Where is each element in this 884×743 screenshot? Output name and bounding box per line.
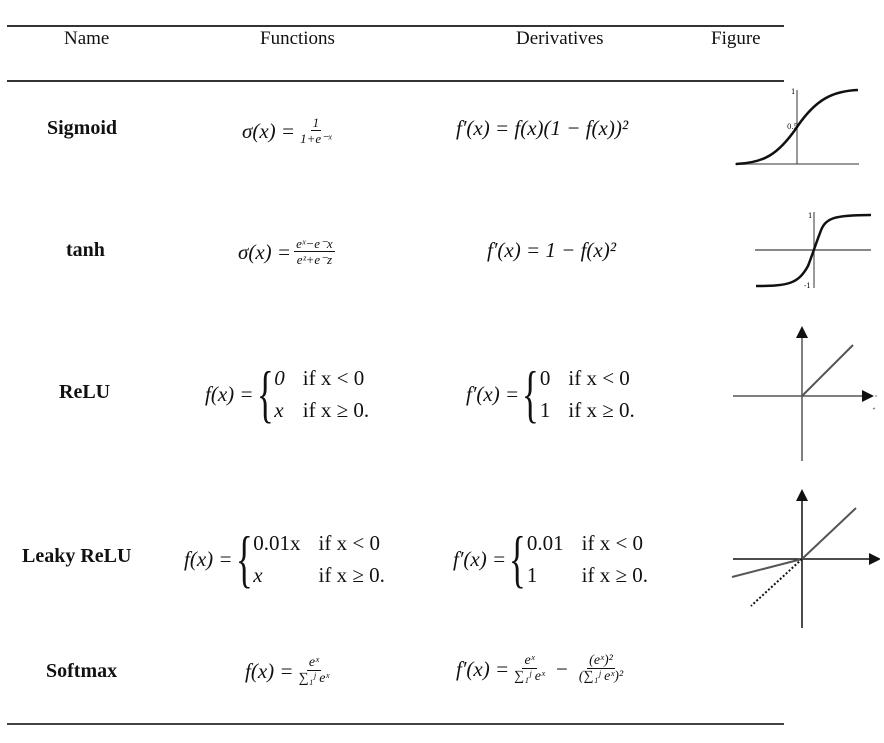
case-condition: if x ≥ 0. [302, 398, 370, 422]
fraction: eˣ−e⁻x eᶻ+e⁻z [294, 237, 335, 267]
derivative-lhs: f′(x) = [466, 381, 520, 406]
tick-label-neg1: -1 [804, 282, 811, 290]
leaky-relu-function: f(x) = { 0.01x if x < 0 x if x ≥ 0. [184, 527, 385, 591]
row-name-tanh: tanh [66, 239, 105, 261]
cases: { 0.01x if x < 0 x if x ≥ 0. [233, 523, 385, 594]
cases: { 0.01 if x < 0 1 if x ≥ 0. [506, 527, 648, 591]
case-condition: if x < 0 [581, 531, 644, 555]
numerator: eˣ−e⁻x [294, 236, 335, 252]
brace: { [235, 523, 253, 594]
derivative-lhs: f′(x) = [456, 656, 510, 681]
leaky-relu-derivative: f′(x) = { 0.01 if x < 0 1 if x ≥ 0. [453, 527, 648, 591]
function-lhs: f(x) = [245, 658, 294, 683]
function-lhs: σ(x) = [242, 118, 296, 143]
case-condition: if x ≥ 0. [568, 398, 635, 422]
numerator: eˣ [306, 655, 322, 671]
case-value: x [274, 398, 284, 422]
denominator: (∑₁ʲ eˣ)² [578, 669, 624, 684]
fraction: 1 1+e⁻ˣ [298, 115, 334, 147]
relu-function: f(x) = { 0 if x < 0 x if x ≥ 0. [205, 362, 369, 426]
table-header-rule [7, 80, 784, 82]
table-bottom-rule [7, 723, 784, 725]
softmax-function: f(x) = eˣ ∑₁ʲ eˣ [245, 655, 334, 687]
relu-positive-line [801, 344, 854, 397]
row-name-leaky-relu: Leaky ReLU [22, 545, 132, 567]
denominator: ∑₁ʲ eˣ [298, 671, 330, 686]
brace: { [509, 523, 526, 594]
case-value: 0 [274, 366, 285, 390]
row-name-relu: ReLU [59, 381, 111, 403]
tick-label-1: 1 [808, 212, 812, 220]
cases: { 0 if x < 0 1 if x ≥ 0. [519, 362, 635, 426]
header-derivatives: Derivatives [516, 28, 604, 49]
case-value: 0.01 [526, 531, 564, 555]
cases: { 0 if x < 0 x if x ≥ 0. [254, 358, 370, 429]
tanh-function: σ(x) = eˣ−e⁻x eᶻ+e⁻z [238, 237, 338, 267]
header-figure: Figure [711, 28, 761, 49]
tick-label-1: 1 [791, 88, 795, 96]
denominator: eᶻ+e⁻z [296, 252, 333, 267]
case-value: 1 [539, 398, 551, 422]
sigmoid-figure: 1 0.5 [735, 88, 859, 166]
header-name: Name [64, 28, 110, 49]
brace: { [522, 358, 539, 429]
numerator: 1 [310, 115, 322, 131]
case-condition: if x < 0 [318, 531, 380, 555]
denominator: 1+e⁻ˣ [300, 131, 332, 146]
case-condition: if x ≥ 0. [581, 563, 648, 587]
minus-operator: − [555, 656, 568, 681]
case-value: x [253, 563, 263, 587]
fraction-term-1: eˣ ∑₁ʲ eˣ [512, 653, 547, 685]
case-value: 0 [539, 366, 551, 390]
relu-figure [733, 326, 877, 461]
tick-label-half: 0.5 [787, 123, 798, 131]
numerator: (eˣ)² [587, 653, 615, 669]
tanh-derivative: f′(x) = 1 − f(x)² [487, 238, 617, 262]
sigmoid-function: σ(x) = 1 1+e⁻ˣ [242, 115, 337, 147]
case-condition: if x < 0 [568, 366, 630, 390]
leaky-relu-figure [731, 489, 880, 628]
fraction-term-2: (eˣ)² (∑₁ʲ eˣ)² [577, 653, 625, 685]
case-condition: if x < 0 [302, 366, 365, 390]
fraction: eˣ ∑₁ʲ eˣ [297, 655, 332, 687]
header-functions: Functions [260, 28, 335, 49]
relu-derivative: f′(x) = { 0 if x < 0 1 if x ≥ 0. [466, 362, 635, 426]
function-lhs: f(x) = [205, 381, 254, 406]
row-name-sigmoid: Sigmoid [47, 117, 118, 139]
function-lhs: f(x) = [184, 546, 233, 571]
numerator: eˣ [522, 653, 537, 669]
table-top-rule [7, 25, 784, 27]
case-condition: if x ≥ 0. [318, 563, 385, 587]
case-value: 0.01x [253, 531, 301, 555]
function-lhs: σ(x) = [238, 239, 292, 264]
sigmoid-derivative: f′(x) = f(x)(1 − f(x))² [456, 116, 629, 140]
tanh-figure: 1 -1 [755, 212, 872, 290]
positive-line [801, 507, 857, 560]
axis-label-mark [872, 407, 876, 410]
case-value: 1 [526, 563, 538, 587]
denominator: ∑₁ʲ eˣ [514, 669, 545, 684]
brace: { [256, 358, 274, 429]
row-name-softmax: Softmax [46, 660, 118, 682]
derivative-lhs: f′(x) = [453, 546, 507, 571]
softmax-derivative: f′(x) = eˣ ∑₁ʲ eˣ − (eˣ)² (∑₁ʲ eˣ)² [456, 653, 628, 685]
